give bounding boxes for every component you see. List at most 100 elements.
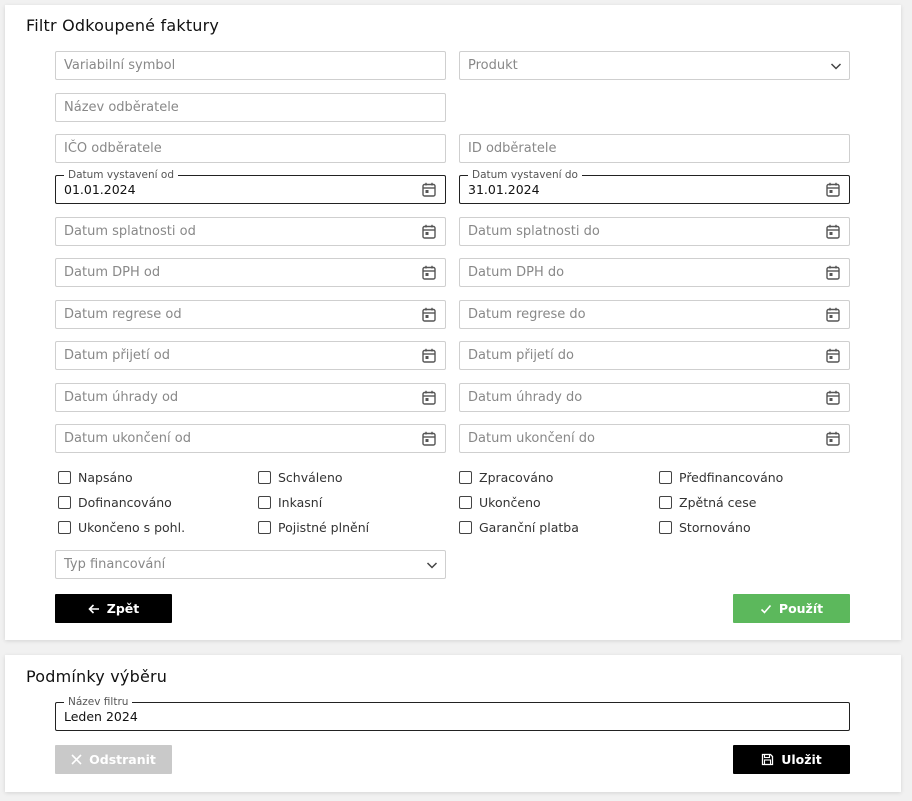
calendar-icon[interactable] <box>826 390 840 405</box>
floppy-disk-icon <box>762 753 774 766</box>
customer-id-input[interactable]: ID odběratele <box>459 134 850 163</box>
conditions-title: Podmínky výběru <box>26 667 168 686</box>
checkbox-box[interactable] <box>459 495 472 509</box>
checkbox-pojistne-plneni[interactable]: Pojistné plnění <box>258 519 369 535</box>
apply-button[interactable]: Použít <box>733 594 850 623</box>
checkbox-predfinancovano[interactable]: Předfinancováno <box>659 469 783 485</box>
product-select[interactable]: Produkt <box>459 51 850 80</box>
checkbox-box[interactable] <box>659 495 672 509</box>
calendar-icon[interactable] <box>422 307 436 322</box>
customer-name-placeholder: Název odběratele <box>64 100 179 115</box>
calendar-icon[interactable] <box>826 307 840 322</box>
checkbox-box[interactable] <box>659 470 672 484</box>
issued-to-date-input[interactable]: Datum vystavení do 31.01.2024 <box>459 168 850 204</box>
arrow-left-icon <box>88 603 99 614</box>
checkbox-label: Dofinancováno <box>78 494 172 510</box>
ended-to-date-input[interactable]: Datum ukončení do <box>459 424 850 453</box>
variable-symbol-input[interactable]: Variabilní symbol <box>55 51 446 80</box>
save-button-label: Uložit <box>781 752 822 767</box>
remove-button-label: Odstranit <box>89 752 156 767</box>
ended-from-placeholder: Datum ukončení od <box>64 431 191 446</box>
issued-to-value: 31.01.2024 <box>468 182 540 197</box>
paid-from-placeholder: Datum úhrady od <box>64 390 179 405</box>
calendar-icon[interactable] <box>422 390 436 405</box>
financing-type-placeholder: Typ financování <box>64 557 166 572</box>
filter-title: Filtr Odkoupené faktury <box>26 16 220 35</box>
calendar-icon[interactable] <box>422 265 436 280</box>
received-from-date-input[interactable]: Datum přijetí od <box>55 341 446 370</box>
due-to-placeholder: Datum splatnosti do <box>468 224 600 239</box>
checkbox-box[interactable] <box>58 470 71 484</box>
calendar-icon[interactable] <box>826 224 840 239</box>
calendar-icon[interactable] <box>826 348 840 363</box>
calendar-icon[interactable] <box>826 431 840 446</box>
checkbox-label: Zpětná cese <box>679 494 757 510</box>
issued-from-value: 01.01.2024 <box>64 182 136 197</box>
save-button[interactable]: Uložit <box>733 745 850 774</box>
checkbox-inkasni[interactable]: Inkasní <box>258 494 322 510</box>
check-icon <box>760 604 772 614</box>
checkbox-box[interactable] <box>459 520 472 534</box>
checkbox-stornovano[interactable]: Stornováno <box>659 519 751 535</box>
checkbox-box[interactable] <box>58 495 71 509</box>
checkbox-zpracovano[interactable]: Zpracováno <box>459 469 553 485</box>
customer-name-input[interactable]: Název odběratele <box>55 93 446 122</box>
due-from-placeholder: Datum splatnosti od <box>64 224 196 239</box>
chevron-down-icon <box>426 562 438 569</box>
customer-ico-placeholder: IČO odběratele <box>64 141 162 156</box>
calendar-icon[interactable] <box>422 431 436 446</box>
issued-from-label: Datum vystavení od <box>64 168 178 182</box>
calendar-icon[interactable] <box>826 265 840 280</box>
checkbox-box[interactable] <box>258 495 271 509</box>
recourse-to-placeholder: Datum regrese do <box>468 307 586 322</box>
calendar-icon[interactable] <box>422 224 436 239</box>
checkbox-box[interactable] <box>58 520 71 534</box>
filter-name-input[interactable]: Název filtru Leden 2024 <box>55 695 850 731</box>
checkbox-schvaleno[interactable]: Schváleno <box>258 469 343 485</box>
due-to-date-input[interactable]: Datum splatnosti do <box>459 217 850 246</box>
conditions-card: Podmínky výběru Název filtru Leden 2024 … <box>5 655 901 792</box>
received-to-placeholder: Datum přijetí do <box>468 348 574 363</box>
calendar-icon[interactable] <box>422 182 436 197</box>
checkbox-label: Pojistné plnění <box>278 519 370 535</box>
calendar-icon[interactable] <box>826 182 840 197</box>
remove-button[interactable]: Odstranit <box>55 745 172 774</box>
variable-symbol-placeholder: Variabilní symbol <box>64 58 176 73</box>
checkbox-zpetna-cese[interactable]: Zpětná cese <box>659 494 756 510</box>
recourse-from-date-input[interactable]: Datum regrese od <box>55 300 446 329</box>
apply-button-label: Použít <box>778 601 824 616</box>
customer-id-placeholder: ID odběratele <box>468 141 557 156</box>
checkbox-box[interactable] <box>659 520 672 534</box>
customer-ico-input[interactable]: IČO odběratele <box>55 134 446 163</box>
back-button-label: Zpět <box>106 601 140 616</box>
close-icon <box>71 754 82 765</box>
checkbox-label: Ukončeno <box>479 494 541 510</box>
ended-from-date-input[interactable]: Datum ukončení od <box>55 424 446 453</box>
product-placeholder: Produkt <box>468 58 518 73</box>
vat-from-date-input[interactable]: Datum DPH od <box>55 258 446 287</box>
calendar-icon[interactable] <box>422 348 436 363</box>
checkbox-dofinancovano[interactable]: Dofinancováno <box>58 494 172 510</box>
back-button[interactable]: Zpět <box>55 594 172 623</box>
checkbox-label: Inkasní <box>278 494 323 510</box>
recourse-to-date-input[interactable]: Datum regrese do <box>459 300 850 329</box>
issued-to-label: Datum vystavení do <box>468 168 582 182</box>
checkbox-ukonceno[interactable]: Ukončeno <box>459 494 541 510</box>
received-to-date-input[interactable]: Datum přijetí do <box>459 341 850 370</box>
paid-from-date-input[interactable]: Datum úhrady od <box>55 383 446 412</box>
checkbox-label: Zpracováno <box>479 469 554 485</box>
checkbox-napsano[interactable]: Napsáno <box>58 469 133 485</box>
due-from-date-input[interactable]: Datum splatnosti od <box>55 217 446 246</box>
vat-to-placeholder: Datum DPH do <box>468 265 565 280</box>
checkbox-garancni-platba[interactable]: Garanční platba <box>459 519 579 535</box>
checkbox-box[interactable] <box>258 520 271 534</box>
financing-type-select[interactable]: Typ financování <box>55 550 446 579</box>
vat-to-date-input[interactable]: Datum DPH do <box>459 258 850 287</box>
filter-name-label: Název filtru <box>64 695 133 709</box>
paid-to-date-input[interactable]: Datum úhrady do <box>459 383 850 412</box>
checkbox-box[interactable] <box>459 470 472 484</box>
checkbox-ukonceno-s-pohl[interactable]: Ukončeno s pohl. <box>58 519 185 535</box>
issued-from-date-input[interactable]: Datum vystavení od 01.01.2024 <box>55 168 446 204</box>
checkbox-box[interactable] <box>258 470 271 484</box>
chevron-down-icon <box>830 63 842 70</box>
